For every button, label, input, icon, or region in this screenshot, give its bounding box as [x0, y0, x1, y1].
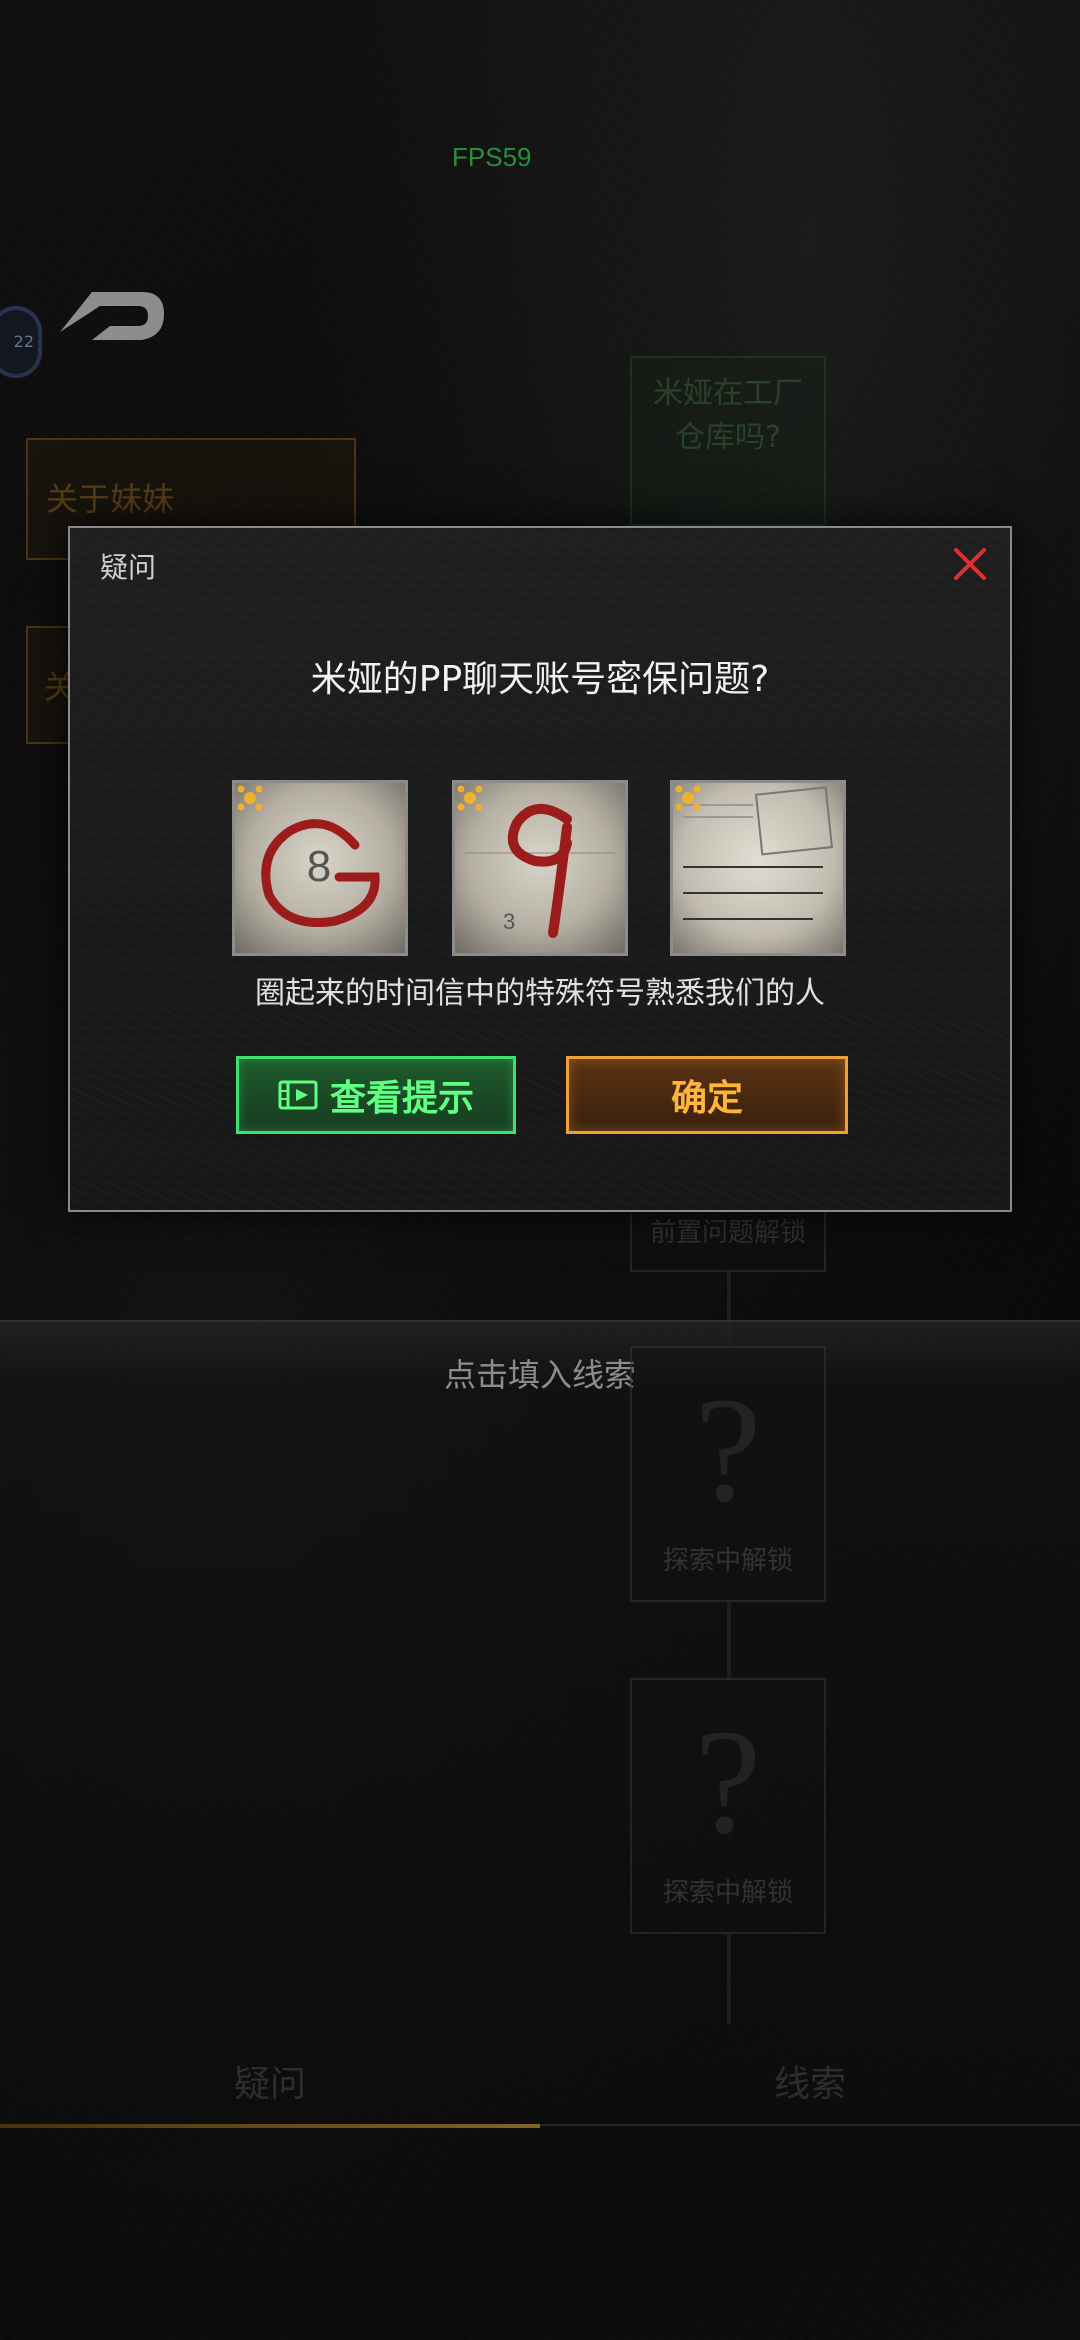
board-card-factory-question[interactable]: 米娅在工厂仓库吗? [630, 356, 826, 526]
dialog-title: 疑问 [100, 551, 157, 584]
svg-text:8: 8 [307, 842, 331, 891]
board-card-label: 前置问题解锁 [649, 1218, 806, 1248]
clue-card-circled-8[interactable]: 8 [232, 780, 408, 956]
tab-divider [540, 2124, 1080, 2126]
board-card-label: 关于妹妹 [46, 480, 175, 518]
question-mark-icon: ? [694, 1367, 762, 1533]
question-mark-icon: ? [694, 1699, 762, 1865]
question-dialog: 疑问 米娅的PP聊天账号密保问题? 8 3 圈起来的时间信中的特殊符号熟悉我们的… [68, 526, 1012, 1212]
player-level-badge[interactable]: 22 [0, 306, 42, 378]
clue-card-letter[interactable] [670, 780, 846, 956]
view-hint-label: 查看提示 [329, 1078, 474, 1119]
view-hint-button[interactable]: 查看提示 [236, 1056, 516, 1134]
fill-clue-hint: 点击填入线索 [443, 1356, 636, 1394]
board-card-locked-2: ? 探索中解锁 [630, 1346, 826, 1602]
video-icon [278, 1080, 318, 1110]
game-screen: FPS59 22 关于妹妹 关 米娅在工厂仓库吗? 前置问题解锁 点击填入线索 … [0, 0, 1080, 2340]
gear-icon [675, 785, 701, 811]
tab-questions[interactable]: 疑问 [0, 2040, 540, 2130]
question-text: 米娅的PP聊天账号密保问题? [310, 659, 770, 700]
svg-text:3: 3 [503, 909, 515, 934]
board-card-label: 米娅在工厂仓库吗? [653, 376, 803, 455]
close-icon[interactable] [948, 542, 992, 586]
board-card-label: 探索中解锁 [662, 1546, 793, 1576]
board-connector [727, 1602, 731, 1680]
fps-counter: FPS59 [452, 142, 532, 172]
tab-clues[interactable]: 线索 [540, 2040, 1080, 2130]
gear-icon [237, 785, 263, 811]
active-tab-indicator [0, 2124, 540, 2128]
confirm-button[interactable]: 确定 [566, 1056, 848, 1134]
board-card-label: 探索中解锁 [662, 1878, 793, 1908]
board-card-locked-3: ? 探索中解锁 [630, 1678, 826, 1934]
board-connector [727, 1934, 731, 2024]
gear-icon [457, 785, 483, 811]
confirm-label: 确定 [670, 1078, 743, 1119]
back-arrow-icon[interactable] [52, 282, 172, 352]
clue-fill-panel: 点击填入线索 [0, 1320, 1080, 2132]
clue-hint-text: 圈起来的时间信中的特殊符号熟悉我们的人 [255, 976, 825, 1011]
clue-card-circled-9[interactable]: 3 [452, 780, 628, 956]
